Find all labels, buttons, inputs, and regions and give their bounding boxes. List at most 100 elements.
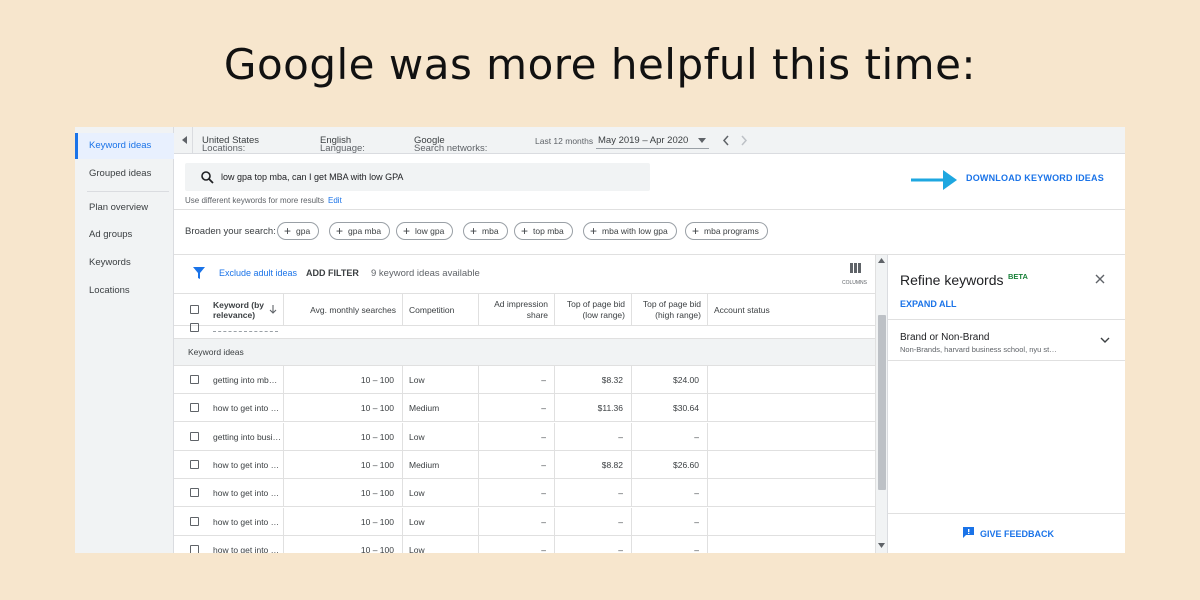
select-all-header [174,294,207,325]
bid-high-header[interactable]: Top of page bid (high range) [632,294,708,325]
table-scrollbar[interactable] [875,255,887,553]
keyword-count: 9 keyword ideas available [371,268,480,279]
bid-low-cell: – [555,507,632,536]
nav-divider [87,191,169,192]
impression-share-header[interactable]: Ad impression share [479,294,555,325]
sort-arrow-down-icon[interactable] [269,305,277,315]
locations-label: Locations: [202,143,246,154]
table-row[interactable]: how to get into … 10 – 100 Low – – – [174,507,875,536]
filter-icon[interactable] [193,267,205,279]
avg-searches-cell: 10 – 100 [284,394,403,423]
nav-item-grouped-ideas[interactable]: Grouped ideas [75,161,174,187]
language-setting[interactable]: Language: English [320,135,365,154]
divider [174,209,1125,210]
chip-label: mba programs [704,226,759,236]
keyword-ideas-group: Keyword ideas [174,339,875,366]
nav-item-keyword-ideas[interactable]: Keyword ideas [75,133,174,159]
competition-header[interactable]: Competition [403,294,479,325]
broaden-chip[interactable]: + low gpa [396,222,454,240]
row-checkbox[interactable] [190,544,199,553]
bid-low-cell: $11.36 [555,394,632,423]
table-row[interactable]: how to get into … 10 – 100 Low – – – [174,535,875,553]
avg-searches-cell: 10 – 100 [284,450,403,479]
scroll-up-icon[interactable] [878,258,885,263]
bid-low-cell: – [555,422,632,451]
search-query: low gpa top mba, can I get MBA with low … [221,172,404,182]
nav-item-plan-overview[interactable]: Plan overview [75,195,174,221]
download-keyword-ideas-button[interactable]: DOWNLOAD KEYWORD IDEAS [966,173,1104,183]
avg-searches-header[interactable]: Avg. monthly searches [284,294,403,325]
row-checkbox[interactable] [190,323,199,332]
keyword-column-header[interactable]: Keyword (by relevance) [207,294,284,325]
locations-setting[interactable]: Locations: United States [202,135,259,154]
bid-high-cell: – [632,535,708,553]
brand-filter-section[interactable]: Brand or Non-Brand Non-Brands, harvard b… [888,320,1125,360]
broaden-chip[interactable]: + top mba [514,222,573,240]
broaden-chip[interactable]: + gpa [277,222,320,240]
broaden-label: Broaden your search: [185,226,276,237]
expand-all-button[interactable]: EXPAND ALL [900,299,957,309]
account-status-cell [708,394,875,422]
exclude-adult-ideas-link[interactable]: Exclude adult ideas [219,268,297,278]
table-header: Keyword (by relevance) Avg. monthly sear… [174,293,875,326]
period-label: Last 12 months [535,136,594,146]
bid-high-cell: – [632,479,708,508]
row-checkbox[interactable] [190,403,199,413]
chevron-down-icon[interactable] [1100,337,1110,344]
avg-searches-cell: 10 – 100 [284,366,403,394]
chip-label: gpa [296,226,311,236]
date-range-value[interactable]: May 2019 – Apr 2020 [598,135,688,146]
next-period-icon[interactable] [740,135,748,146]
row-checkbox[interactable] [190,488,199,498]
keyword-search-box[interactable]: low gpa top mba, can I get MBA with low … [185,163,650,191]
bid-low-cell: – [555,479,632,508]
table-row[interactable]: getting into mb… 10 – 100 Low – $8.32 $24.00 [174,366,875,394]
table-row[interactable]: how to get into … 10 – 100 Low – – – [174,479,875,508]
collapse-left-icon[interactable] [181,135,189,145]
plus-icon: + [470,224,478,238]
keyword-cell: getting into mb… [207,366,284,394]
row-checkbox[interactable] [190,516,199,526]
scrollbar-thumb[interactable] [878,315,886,490]
keyword-cell: getting into busi… [207,422,284,451]
scroll-down-icon[interactable] [878,543,885,548]
give-feedback-button[interactable]: GIVE FEEDBACK [980,529,1054,539]
previous-period-icon[interactable] [722,135,730,146]
row-checkbox[interactable] [190,375,199,384]
arrow-right-icon [911,170,957,190]
nav-item-ad-groups[interactable]: Ad groups [75,222,174,248]
avg-searches-cell: 10 – 100 [284,507,403,536]
columns-icon[interactable] [850,263,861,273]
keyword-cell: how to get into … [207,535,284,553]
broaden-chip[interactable]: + mba with low gpa [583,222,677,240]
nav-item-locations[interactable]: Locations [75,278,174,304]
top-bar: Locations: United States Language: Engli… [174,127,1125,154]
table-row[interactable]: how to get into … 10 – 100 Medium – $11.36 $3… [174,394,875,423]
nav-item-keywords[interactable]: Keywords [75,250,174,276]
select-all-checkbox[interactable] [190,305,199,314]
impression-share-cell: – [479,479,555,508]
chip-label: low gpa [415,226,445,236]
bid-low-header[interactable]: Top of page bid (low range) [555,294,632,325]
broaden-chip[interactable]: + mba programs [685,222,768,240]
broaden-chip[interactable]: + mba [463,222,508,240]
broaden-chip[interactable]: + gpa mba [329,222,391,240]
plus-icon: + [590,224,598,238]
account-status-header[interactable]: Account status [708,294,875,325]
left-navigation: Keyword ideas Grouped ideas Plan overvie… [75,127,174,553]
table-row[interactable]: how to get into … 10 – 100 Medium – $8.82 $26… [174,450,875,479]
refine-keywords-panel: Refine keywords BETA EXPAND ALL Brand or… [887,255,1125,553]
refine-title: Refine keywords [900,272,1004,288]
row-checkbox[interactable] [190,431,199,441]
competition-cell: Low [403,422,479,451]
table-row[interactable]: getting into busi… 10 – 100 Low – – – [174,422,875,451]
networks-setting[interactable]: Search networks: Google [414,135,487,154]
close-icon[interactable] [1095,274,1105,284]
edit-link[interactable]: Edit [328,196,342,205]
add-filter-button[interactable]: ADD FILTER [306,268,359,278]
row-checkbox[interactable] [190,459,199,469]
keyword-ideas-table-area: Exclude adult ideas ADD FILTER 9 keyword… [174,255,875,553]
networks-label: Search networks: [414,143,488,154]
brand-filter-name: Brand or Non-Brand [900,332,990,343]
date-dropdown-icon[interactable] [698,138,706,143]
